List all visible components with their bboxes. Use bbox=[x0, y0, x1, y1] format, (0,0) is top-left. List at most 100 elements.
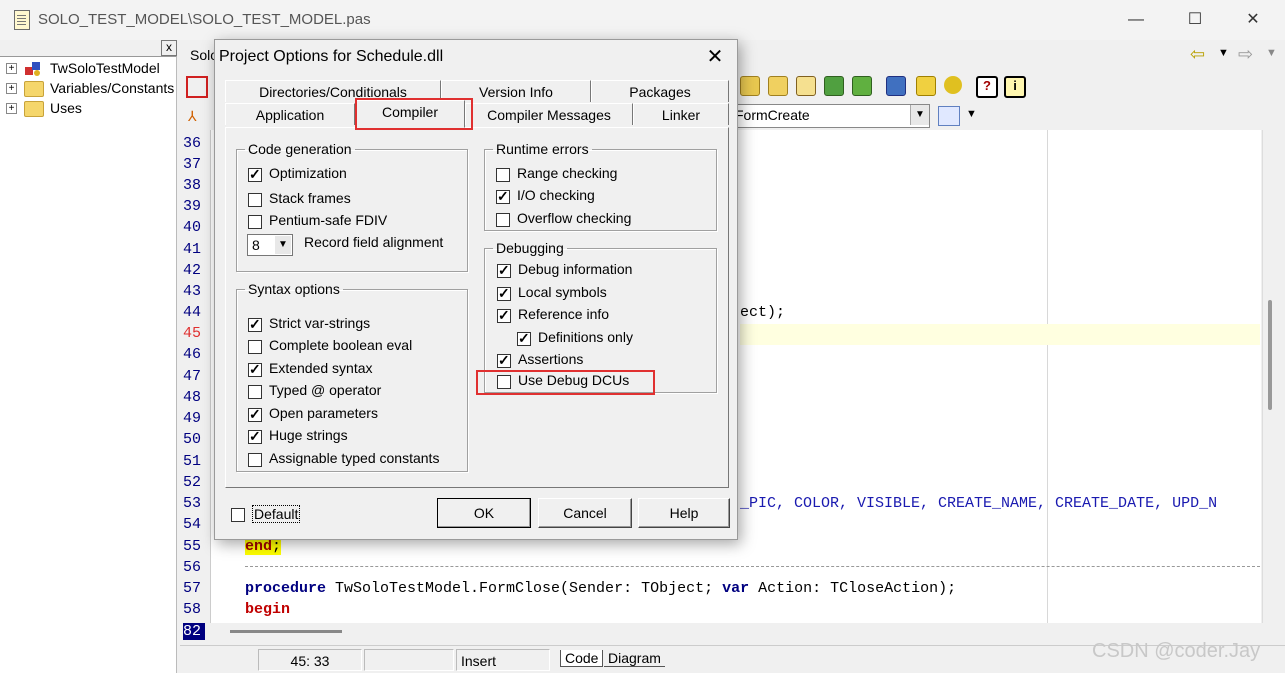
tab-application[interactable]: Application bbox=[225, 103, 355, 125]
info-icon[interactable]: i bbox=[1004, 76, 1026, 98]
line-number: 56 bbox=[183, 559, 202, 576]
checkbox-box[interactable] bbox=[248, 406, 262, 423]
maximize-button[interactable]: ☐ bbox=[1177, 6, 1213, 34]
tab-packages[interactable]: Packages bbox=[591, 80, 729, 102]
expand-icon[interactable]: + bbox=[6, 83, 17, 94]
line-number: 36 bbox=[183, 135, 202, 152]
dollar-icon[interactable] bbox=[824, 76, 844, 96]
line-number: 38 bbox=[183, 177, 202, 194]
checkbox-box[interactable] bbox=[497, 352, 511, 369]
checkbox-label: Huge strings bbox=[269, 427, 348, 443]
line-number: 54 bbox=[183, 516, 202, 533]
folder-icon bbox=[24, 81, 44, 97]
group-legend: Debugging bbox=[496, 240, 564, 256]
tab-compiler-messages[interactable]: Compiler Messages bbox=[465, 103, 633, 125]
syntax-options-group: Syntax options bbox=[236, 281, 468, 472]
layout-icon[interactable] bbox=[186, 76, 208, 98]
expand-icon[interactable]: + bbox=[6, 63, 17, 74]
close-button[interactable]: ✕ bbox=[1235, 6, 1271, 34]
checkbox-box[interactable] bbox=[497, 307, 511, 324]
checkbox-box[interactable] bbox=[248, 340, 262, 354]
new-form-icon[interactable] bbox=[740, 76, 760, 96]
checkbox-label: Definitions only bbox=[538, 329, 633, 345]
chevron-down-icon[interactable]: ▼ bbox=[275, 236, 291, 254]
note-icon[interactable] bbox=[916, 76, 936, 96]
record-alignment-label: Record field alignment bbox=[304, 234, 444, 250]
line-number: 53 bbox=[183, 495, 202, 512]
insert-mode: Insert bbox=[456, 649, 550, 671]
checkbox-box[interactable] bbox=[248, 428, 262, 445]
checkbox-label: Complete boolean eval bbox=[269, 337, 413, 353]
vertical-scrollbar[interactable] bbox=[1262, 130, 1285, 623]
cursor-position: 45: 33 bbox=[258, 649, 362, 671]
tab-code[interactable]: Code bbox=[560, 650, 604, 667]
checkbox-box[interactable] bbox=[248, 215, 262, 229]
vertical-scroll-thumb[interactable] bbox=[1268, 300, 1272, 410]
back-arrow-icon[interactable]: ⇦ bbox=[1190, 44, 1205, 65]
line-number: 44 bbox=[183, 304, 202, 321]
gear-icon[interactable] bbox=[944, 76, 962, 94]
checkbox-box[interactable] bbox=[517, 330, 531, 347]
keyword-var: var bbox=[722, 580, 750, 597]
tree-node-label: Variables/Constants bbox=[50, 80, 175, 96]
checkbox-label: Pentium-safe FDIV bbox=[269, 212, 388, 228]
line-number: 55 bbox=[183, 538, 202, 555]
line-number: 58 bbox=[183, 601, 202, 618]
align-icon[interactable] bbox=[938, 106, 960, 126]
checkbox-label: Overflow checking bbox=[517, 210, 632, 226]
dialog-title: Project Options for Schedule.dll bbox=[219, 48, 444, 65]
help-icon[interactable]: ? bbox=[976, 76, 998, 98]
checkbox-box[interactable] bbox=[248, 361, 262, 378]
checkbox-box[interactable] bbox=[248, 193, 262, 207]
line-number: 50 bbox=[183, 431, 202, 448]
list-icon[interactable] bbox=[796, 76, 816, 96]
method-combo[interactable]: FormCreate ▼ bbox=[730, 104, 930, 128]
checkbox-box[interactable] bbox=[248, 453, 262, 467]
checkbox-box[interactable] bbox=[497, 285, 511, 302]
checkbox-box[interactable] bbox=[248, 166, 262, 183]
record-alignment-value: 8 bbox=[252, 237, 260, 253]
align-dropdown-icon[interactable]: ▼ bbox=[966, 108, 977, 120]
record-alignment-select[interactable]: 8 ▼ bbox=[247, 234, 293, 256]
export-icon[interactable] bbox=[852, 76, 872, 96]
tree-node-uses[interactable]: + Uses bbox=[4, 99, 176, 119]
checkbox-label: Local symbols bbox=[518, 284, 607, 300]
dialog-close-button[interactable]: ✕ bbox=[701, 44, 729, 70]
code-line-53: _PIC, COLOR, VISIBLE, CREATE_NAME, CREAT… bbox=[740, 495, 1218, 512]
checkbox-box[interactable] bbox=[248, 316, 262, 333]
forward-dropdown-icon[interactable]: ▼ bbox=[1266, 47, 1277, 59]
expand-icon[interactable]: + bbox=[6, 103, 17, 114]
tree-node-variables[interactable]: + Variables/Constants bbox=[4, 79, 176, 99]
line-number: 52 bbox=[183, 474, 202, 491]
chevron-down-icon[interactable]: ▼ bbox=[910, 105, 929, 125]
help-button[interactable]: Help bbox=[638, 498, 730, 528]
hierarchy-icon[interactable]: ⅄ bbox=[188, 108, 202, 124]
checkbox-box[interactable] bbox=[231, 508, 245, 522]
minimize-button[interactable]: — bbox=[1118, 6, 1154, 34]
tab-diagram[interactable]: Diagram bbox=[604, 650, 665, 667]
checkbox-box[interactable] bbox=[497, 262, 511, 279]
code-line-55: end; bbox=[245, 538, 282, 555]
forward-arrow-icon[interactable]: ⇨ bbox=[1238, 44, 1253, 65]
horizontal-scroll-thumb[interactable] bbox=[230, 630, 342, 633]
method-separator bbox=[245, 566, 1260, 567]
checkbox-label: Assignable typed constants bbox=[269, 450, 440, 466]
checkbox-label: Open parameters bbox=[269, 405, 378, 421]
back-dropdown-icon[interactable]: ▼ bbox=[1218, 47, 1229, 59]
group-legend: Runtime errors bbox=[496, 141, 589, 157]
checkbox-box[interactable] bbox=[496, 213, 510, 227]
sort-icon[interactable] bbox=[886, 76, 906, 96]
tree-close-button[interactable]: x bbox=[161, 40, 177, 56]
cancel-button[interactable]: Cancel bbox=[538, 498, 632, 528]
checkbox-box[interactable] bbox=[496, 188, 510, 205]
ok-button[interactable]: OK bbox=[437, 498, 531, 528]
tab-linker[interactable]: Linker bbox=[633, 103, 729, 125]
checkbox-box[interactable] bbox=[248, 385, 262, 399]
document-icon bbox=[14, 10, 30, 30]
edit-icon[interactable] bbox=[768, 76, 788, 96]
checkbox-box[interactable] bbox=[496, 168, 510, 182]
line-number: 41 bbox=[183, 241, 202, 258]
tree-node-twsolotestmodel[interactable]: + TwSoloTestModel bbox=[4, 59, 176, 79]
highlight-use-debug-dcus bbox=[476, 370, 655, 395]
code-explorer-tree: + TwSoloTestModel + Variables/Constants … bbox=[0, 56, 177, 673]
